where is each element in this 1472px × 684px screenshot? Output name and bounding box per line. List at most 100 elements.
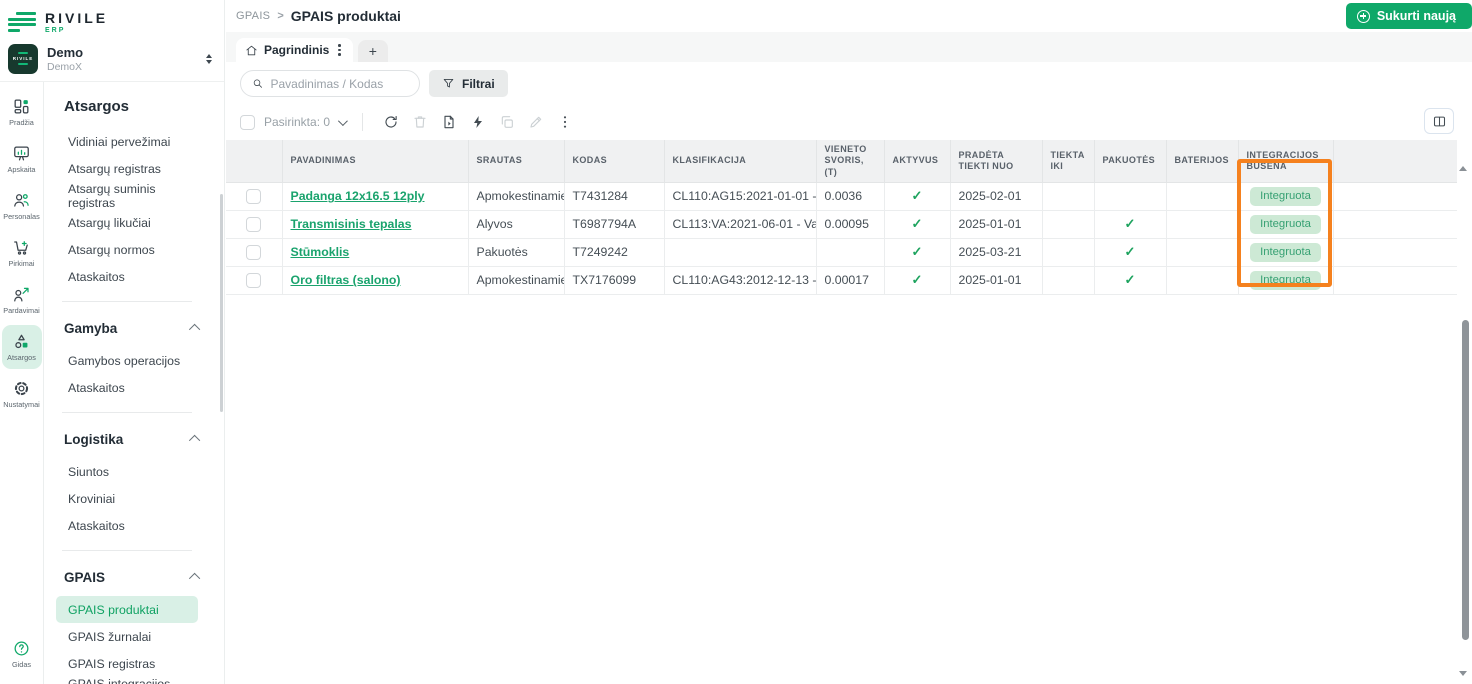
sidebar-item-gpais-zurnalai[interactable]: GPAIS žurnalai	[62, 623, 198, 650]
add-tab-button[interactable]: +	[358, 40, 388, 62]
row-checkbox[interactable]	[246, 273, 261, 288]
aktyvus-check: ✓	[884, 182, 950, 210]
select-all-checkbox[interactable]	[240, 115, 255, 130]
cart-plus-icon	[12, 238, 31, 257]
pakuotes-check	[1094, 182, 1166, 210]
copy-button[interactable]	[494, 110, 520, 134]
chevron-down-icon[interactable]	[338, 116, 348, 126]
col-tiekta-iki[interactable]: TIEKTA IKI	[1042, 140, 1094, 182]
integrate-button[interactable]	[465, 110, 491, 134]
row-checkbox[interactable]	[246, 217, 261, 232]
sidebar-item-gpais-registras[interactable]: GPAIS registras	[62, 650, 198, 677]
export-button[interactable]	[436, 110, 462, 134]
rail-item-pirkimai[interactable]: Pirkimai	[2, 231, 42, 275]
col-klasifikacija[interactable]: KLASIFIKACIJA	[664, 140, 816, 182]
col-kodas[interactable]: KODAS	[564, 140, 664, 182]
person-arrow-icon	[12, 285, 31, 304]
product-link[interactable]: Stūmoklis	[291, 245, 350, 259]
sidebar-item-siuntos[interactable]: Siuntos	[62, 458, 198, 485]
chevron-up-icon	[189, 324, 200, 335]
tab-pagrindinis[interactable]: Pagrindinis	[236, 38, 353, 62]
col-aktyvus[interactable]: AKTYVUS	[884, 140, 950, 182]
baterijos-check	[1166, 266, 1238, 294]
sidebar-item-ataskaitos-gamyba[interactable]: Ataskaitos	[62, 374, 198, 401]
scrollbar-thumb[interactable]	[1462, 320, 1469, 640]
create-new-button[interactable]: Sukurti naują	[1346, 3, 1472, 29]
baterijos-check	[1166, 182, 1238, 210]
sidebar-item-ataskaitos-logistika[interactable]: Ataskaitos	[62, 512, 198, 539]
delete-button[interactable]	[407, 110, 433, 134]
column-settings-button[interactable]	[1424, 108, 1454, 134]
sidebar-scrollbar[interactable]	[220, 194, 223, 412]
baterijos-check	[1166, 210, 1238, 238]
chevron-up-icon	[189, 435, 200, 446]
rail-item-nustatymai[interactable]: Nustatymai	[2, 372, 42, 416]
product-link[interactable]: Oro filtras (salono)	[291, 273, 401, 287]
breadcrumb-parent[interactable]: GPAIS	[236, 10, 270, 22]
aktyvus-check: ✓	[884, 238, 950, 266]
col-srautas[interactable]: SRAUTAS	[468, 140, 564, 182]
sidebar-item-vidiniai-pervezimai[interactable]: Vidiniai pervežimai	[62, 128, 198, 155]
pencil-icon	[528, 114, 544, 130]
sidebar-section-gamyba[interactable]: Gamyba	[64, 313, 200, 343]
scroll-down-arrow[interactable]	[1459, 671, 1467, 676]
row-checkbox[interactable]	[246, 245, 261, 260]
product-link[interactable]: Padanga 12x16.5 12ply	[291, 189, 425, 203]
document-export-icon	[441, 114, 457, 130]
sidebar-item-gamybos-operacijos[interactable]: Gamybos operacijos	[62, 347, 198, 374]
help-icon	[12, 639, 31, 658]
sidebar-item-gpais-produktai[interactable]: GPAIS produktai	[56, 596, 198, 623]
workspace-org: DemoX	[47, 61, 197, 73]
logo-bars-icon	[8, 12, 38, 32]
rail-item-pradzia[interactable]: Pradžia	[2, 90, 42, 134]
sidebar-item-atsargu-registras[interactable]: Atsargų registras	[62, 155, 198, 182]
pakuotes-check: ✓	[1094, 210, 1166, 238]
filter-button[interactable]: Filtrai	[429, 70, 508, 97]
sidebar-section-logistika[interactable]: Logistika	[64, 424, 200, 454]
search-icon	[252, 77, 263, 90]
rail-item-personalas[interactable]: Personalas	[2, 184, 42, 228]
copy-icon	[499, 114, 515, 130]
col-pakuotes[interactable]: PAKUOTĖS	[1094, 140, 1166, 182]
brand-name: RIVILE	[45, 11, 108, 25]
edit-button[interactable]	[523, 110, 549, 134]
tab-menu-icon[interactable]	[335, 42, 344, 58]
more-actions-button[interactable]	[552, 110, 578, 134]
rail-item-pardavimai[interactable]: Pardavimai	[2, 278, 42, 322]
product-link[interactable]: Transmisinis tepalas	[291, 217, 412, 231]
refresh-button[interactable]	[378, 110, 404, 134]
col-baterijos[interactable]: BATERIJOS	[1166, 140, 1238, 182]
rail-item-atsargos[interactable]: Atsargos	[2, 325, 42, 369]
left-panel: RIVILE ERP RIVILE Demo DemoX Pradžia	[0, 0, 225, 684]
col-vieneto-svoris[interactable]: VIENETO SVORIS, (T)	[816, 140, 884, 182]
topbar: GPAIS > GPAIS produktai Sukurti naują	[226, 0, 1472, 32]
rail-item-apskaita[interactable]: Apskaita	[2, 137, 42, 181]
scroll-up-arrow[interactable]	[1459, 166, 1467, 171]
sidebar-title: Atsargos	[64, 98, 214, 115]
sidebar-item-atsargu-normos[interactable]: Atsargų normos	[62, 236, 198, 263]
rail-item-gidas[interactable]: Gidas	[2, 632, 42, 676]
search-field[interactable]	[240, 70, 420, 97]
workspace-selector[interactable]: RIVILE Demo DemoX	[0, 38, 224, 82]
app-logo: RIVILE ERP	[0, 0, 224, 38]
search-input[interactable]	[270, 77, 408, 91]
col-pradeta-tiekti-nuo[interactable]: PRADĖTA TIEKTI NUO	[950, 140, 1042, 182]
chevron-up-icon	[189, 573, 200, 584]
refresh-icon	[383, 114, 399, 130]
content-panel: Filtrai Pasirinkta: 0	[226, 62, 1472, 684]
row-checkbox[interactable]	[246, 189, 261, 204]
workspace-switch-icon[interactable]	[206, 54, 212, 64]
col-pavadinimas[interactable]: PAVADINIMAS	[282, 140, 468, 182]
sidebar-item-kroviniai[interactable]: Kroviniai	[62, 485, 198, 512]
avatar-brand-text: RIVILE	[13, 56, 34, 61]
home-icon	[245, 44, 258, 57]
sidebar-section-gpais[interactable]: GPAIS	[64, 562, 200, 592]
gear-icon	[12, 379, 31, 398]
dashboard-icon	[12, 97, 31, 116]
col-integracijos-busena[interactable]: INTEGRACIJOS BŪSENA	[1238, 140, 1333, 182]
sidebar-item-gpais-integracijos-zurnalai[interactable]: GPAIS integracijos žurnalai	[62, 677, 198, 684]
divider	[62, 550, 192, 551]
sidebar-item-atsargu-suminis-registras[interactable]: Atsargų suminis registras	[62, 182, 198, 209]
sidebar-item-ataskaitos-atsargos[interactable]: Ataskaitos	[62, 263, 198, 290]
sidebar-item-atsargu-likuciai[interactable]: Atsargų likučiai	[62, 209, 198, 236]
